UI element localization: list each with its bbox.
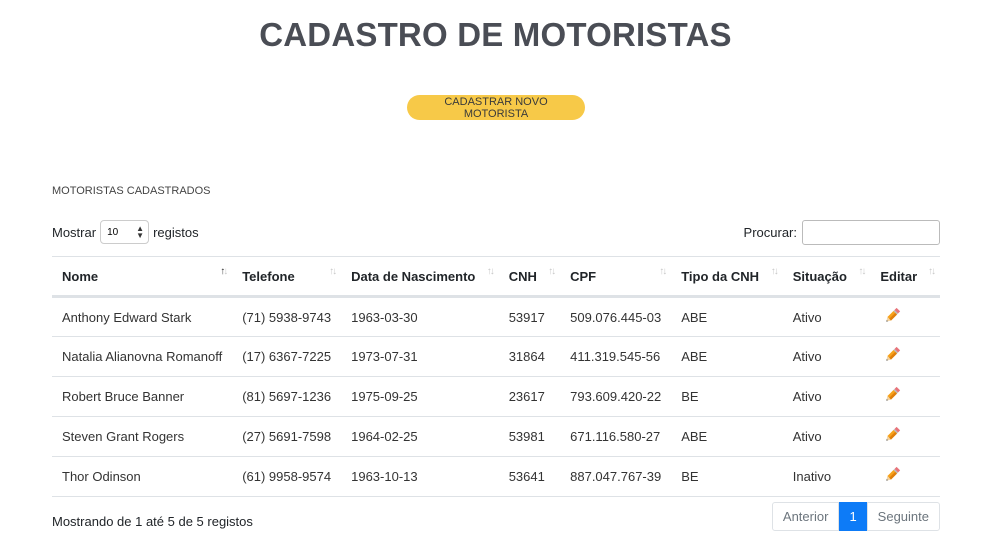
table-cell: 1963-03-30	[341, 296, 499, 337]
pencil-icon[interactable]	[883, 307, 901, 328]
column-header[interactable]: Telefone ↑↓	[232, 256, 342, 298]
table-row: Thor Odinson (61) 9958-9574 1963-10-13 5364…	[52, 456, 940, 497]
page-length-control: Mostrar 10 ▲ ▼ registos	[52, 220, 199, 244]
table-cell: (81) 5697-1236	[232, 376, 342, 417]
edit-cell	[870, 456, 940, 497]
table-cell: 1975-09-25	[341, 376, 499, 417]
pencil-icon[interactable]	[883, 466, 901, 487]
table-cell: Anthony Edward Stark	[52, 296, 233, 337]
table-cell: (71) 5938-9743	[232, 296, 342, 337]
sort-icon: ↑↓	[659, 266, 667, 277]
table-cell: Natalia Alianovna Romanoff	[52, 336, 233, 377]
table-cell: 23617	[498, 376, 561, 417]
sort-icon: ↑↓	[220, 266, 228, 277]
table-cell: 53641	[498, 456, 561, 497]
sort-icon: ↑↓	[329, 266, 337, 277]
table-cell: BE	[671, 456, 783, 497]
table-cell: 53981	[498, 416, 561, 457]
table-cell: Ativo	[782, 336, 871, 377]
table-row: Anthony Edward Stark (71) 5938-9743 1963-0…	[52, 296, 940, 337]
table-row: Robert Bruce Banner (81) 5697-1236 1975-09…	[52, 376, 940, 417]
search-label: Procurar:	[743, 225, 797, 240]
table-cell: 31864	[498, 336, 561, 377]
pencil-icon[interactable]	[883, 426, 901, 447]
sort-icon: ↑↓	[928, 266, 936, 277]
table-cell: (17) 6367-7225	[232, 336, 342, 377]
add-driver-button[interactable]: CADASTRAR NOVO MOTORISTA	[407, 95, 585, 120]
search-control: Procurar:	[744, 220, 940, 245]
next-page-button[interactable]: Seguinte	[866, 502, 940, 531]
table-row: Natalia Alianovna Romanoff (17) 6367-7225…	[52, 336, 940, 377]
column-header[interactable]: Data de Nascimento ↑↓	[341, 256, 499, 298]
table-cell: 1964-02-25	[341, 416, 499, 457]
table-row: Steven Grant Rogers (27) 5691-7598 1964-02…	[52, 416, 940, 457]
column-header-label: Editar	[880, 268, 918, 284]
table-cell: (61) 9958-9574	[232, 456, 342, 497]
sort-icon: ↑↓	[770, 266, 779, 277]
table-body: Anthony Edward Stark (71) 5938-9743 1963-0…	[52, 296, 940, 497]
table-cell: Inativo	[782, 456, 871, 497]
table-cell: Steven Grant Rogers	[52, 416, 233, 457]
pencil-icon[interactable]	[883, 346, 901, 367]
length-suffix: registos	[153, 224, 199, 240]
edit-cell	[870, 296, 940, 337]
length-prefix: Mostrar	[52, 224, 97, 240]
table-header-row: Nome ↑↓ Telefone ↑↓ Data de Nascimento ↑↓ CNH ↑…	[52, 256, 940, 298]
page-length-select[interactable]: 10	[100, 220, 150, 244]
table-cell: ABE	[671, 296, 783, 337]
table-cell: 1973-07-31	[341, 336, 499, 377]
table-cell: 509.076.445-03	[560, 296, 672, 337]
sort-icon: ↑↓	[548, 266, 556, 277]
column-header-label: CPF	[570, 268, 597, 284]
table-cell: 793.609.420-22	[560, 376, 672, 417]
table-info: Mostrando de 1 até 5 de 5 registos	[52, 514, 253, 529]
table-cell: 411.319.545-56	[560, 336, 672, 377]
column-header-label: Telefone	[242, 268, 295, 284]
edit-cell	[870, 336, 940, 377]
column-header-label: Tipo da CNH	[681, 268, 759, 284]
table-cell: (27) 5691-7598	[232, 416, 342, 457]
prev-page-button[interactable]: Anterior	[771, 502, 840, 531]
section-label: MOTORISTAS CADASTRADOS	[52, 185, 211, 197]
column-header[interactable]: Situação ↑↓	[782, 256, 871, 298]
drivers-table: Nome ↑↓ Telefone ↑↓ Data de Nascimento ↑↓ CNH ↑…	[52, 256, 940, 497]
table-cell: ABE	[671, 336, 783, 377]
sort-icon: ↑↓	[858, 266, 866, 277]
table-cell: 53917	[498, 296, 561, 337]
column-header-label: Situação	[792, 268, 847, 284]
column-header[interactable]: Editar ↑↓	[870, 256, 940, 298]
table-cell: BE	[671, 376, 783, 417]
column-header-label: CNH	[508, 268, 537, 284]
table-cell: Ativo	[782, 416, 871, 457]
column-header[interactable]: Nome ↑↓	[52, 256, 233, 298]
column-header-label: Data de Nascimento	[351, 268, 476, 284]
column-header[interactable]: Tipo da CNH ↑↓	[671, 256, 783, 298]
sort-icon: ↑↓	[486, 266, 495, 277]
length-select-wrap[interactable]: 10 ▲ ▼	[96, 220, 153, 244]
table-cell: Robert Bruce Banner	[52, 376, 233, 417]
page-1-button[interactable]: 1	[839, 502, 867, 531]
table-cell: ABE	[671, 416, 783, 457]
edit-cell	[870, 376, 940, 417]
column-header-label: Nome	[62, 268, 99, 284]
page-title: CADASTRO DE MOTORISTAS	[259, 16, 732, 53]
table-cell: 887.047.767-39	[560, 456, 672, 497]
table-cell: Ativo	[782, 296, 871, 337]
table-cell: Ativo	[782, 376, 871, 417]
table-cell: Thor Odinson	[52, 456, 233, 497]
column-header[interactable]: CNH ↑↓	[498, 256, 561, 298]
pagination: Anterior 1 Seguinte	[771, 502, 940, 531]
pencil-icon[interactable]	[883, 386, 901, 407]
search-input[interactable]	[802, 220, 940, 245]
table-cell: 1963-10-13	[341, 456, 499, 497]
table-cell: 671.116.580-27	[560, 416, 672, 457]
edit-cell	[870, 416, 940, 457]
column-header[interactable]: CPF ↑↓	[560, 256, 672, 298]
